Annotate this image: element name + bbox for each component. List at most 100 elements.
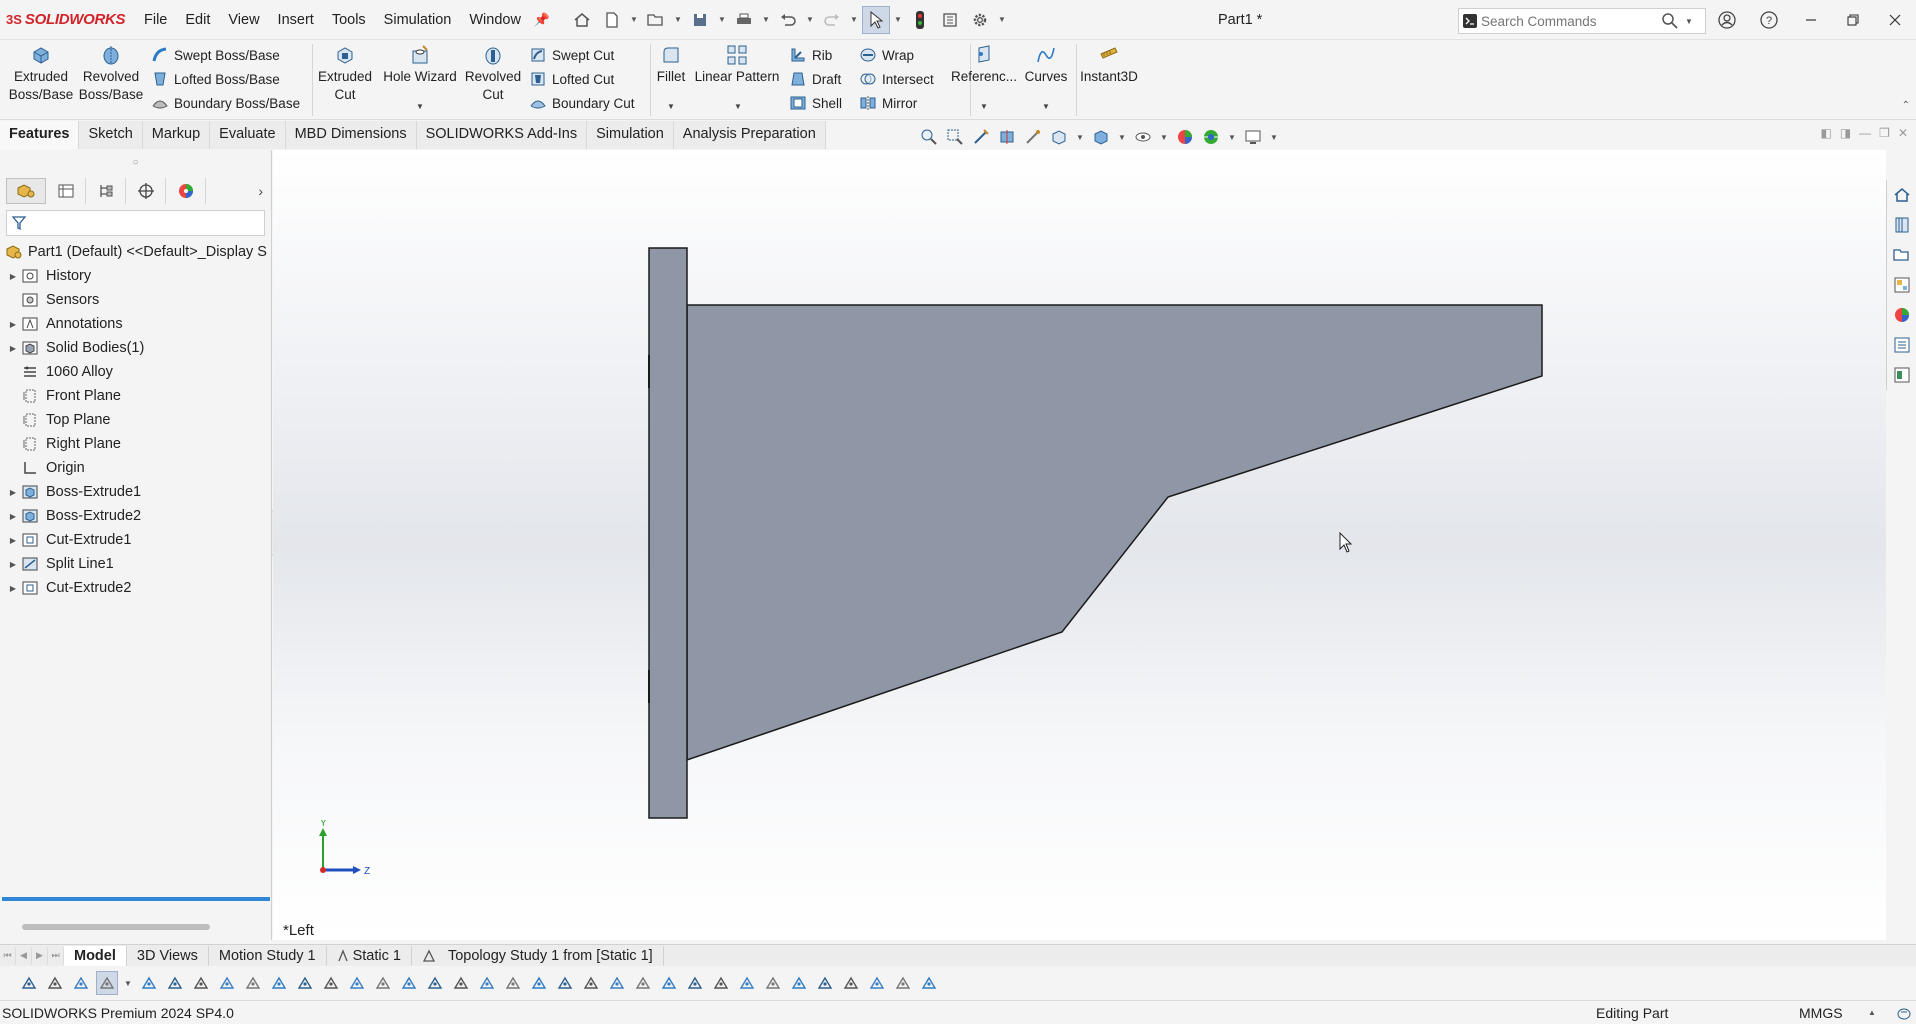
- expand-arrow-icon[interactable]: ▶: [6, 488, 20, 497]
- account-button[interactable]: [1706, 0, 1748, 40]
- select-button[interactable]: [861, 5, 890, 34]
- unit-system[interactable]: MMGS: [1799, 1005, 1843, 1021]
- reference-dropdown-icon[interactable]: ▼: [980, 102, 988, 111]
- tree-item-split-line1[interactable]: ▶ Split Line1: [0, 552, 271, 576]
- boundary-boss-button[interactable]: Boundary Boss/Base: [150, 92, 300, 114]
- search-input[interactable]: [1481, 13, 1661, 29]
- linear-pattern-sketch-icon[interactable]: [684, 971, 706, 995]
- tab-motion-study-1[interactable]: Motion Study 1: [209, 945, 327, 966]
- tab-features[interactable]: Features: [0, 121, 80, 149]
- view-orientation-icon[interactable]: [1048, 127, 1070, 147]
- display-style-icon[interactable]: [1090, 127, 1112, 147]
- tab-analysis-preparation[interactable]: Analysis Preparation: [673, 121, 826, 149]
- property-manager-tab[interactable]: [46, 178, 86, 204]
- rectangle-icon[interactable]: [216, 971, 238, 995]
- tangent-icon[interactable]: [814, 971, 836, 995]
- sketch-spline-icon[interactable]: [268, 971, 290, 995]
- last-tab-arrow-icon[interactable]: ⏭: [48, 946, 64, 965]
- new-document-button[interactable]: [598, 6, 626, 34]
- file-explorer-icon[interactable]: [1887, 240, 1916, 270]
- file-properties-button[interactable]: [936, 6, 964, 34]
- apply-scene-icon[interactable]: [1200, 127, 1222, 147]
- circular-pattern-icon[interactable]: [710, 971, 732, 995]
- shell-button[interactable]: Shell: [788, 92, 842, 114]
- hole-wizard-button[interactable]: Hole Wizard: [380, 44, 460, 86]
- wrap-button[interactable]: Wrap: [858, 44, 914, 66]
- save-dropdown-icon[interactable]: ▼: [716, 15, 728, 24]
- slot-icon[interactable]: [320, 971, 342, 995]
- rib-button[interactable]: Rib: [788, 44, 832, 66]
- expand-arrow-icon[interactable]: ▶: [6, 560, 20, 569]
- tab-model[interactable]: Model: [64, 945, 127, 966]
- tree-item-boss-extrude1[interactable]: ▶ Boss-Extrude1: [0, 480, 271, 504]
- point-on-line-icon[interactable]: [346, 971, 368, 995]
- tab-static-1[interactable]: Static 1: [327, 945, 412, 966]
- tab-simulation[interactable]: Simulation: [587, 121, 674, 149]
- open-button[interactable]: [642, 6, 670, 34]
- panel-grip-icon[interactable]: ○: [0, 150, 271, 176]
- graphics-area[interactable]: Y Z *Left: [273, 150, 1886, 940]
- appearances-icon[interactable]: [1887, 300, 1916, 330]
- bracket-plate-face[interactable]: [648, 247, 688, 819]
- magnet-select-icon[interactable]: [138, 971, 160, 995]
- viewport-tile-right-icon[interactable]: ◨: [1840, 126, 1851, 140]
- intersection-curve-icon[interactable]: [632, 971, 654, 995]
- linear-pattern-button[interactable]: Linear Pattern: [692, 44, 782, 86]
- hole-wizard-dropdown-icon[interactable]: ▼: [416, 102, 424, 111]
- fillet-button[interactable]: Fillet: [654, 44, 688, 86]
- sketch-fillet-icon[interactable]: [918, 971, 940, 995]
- print-dropdown-icon[interactable]: ▼: [760, 15, 772, 24]
- search-dropdown-icon[interactable]: ▼: [1685, 17, 1693, 26]
- surface-icon[interactable]: [736, 971, 758, 995]
- viewport-restore-icon[interactable]: ❐: [1879, 126, 1890, 140]
- dimension-icon[interactable]: [528, 971, 550, 995]
- options-button[interactable]: [966, 6, 994, 34]
- rebuild-button[interactable]: [906, 6, 934, 34]
- tree-item-origin[interactable]: Origin: [0, 456, 271, 480]
- unit-system-dropdown-icon[interactable]: ▲: [1868, 1008, 1876, 1017]
- tree-item-annotations[interactable]: ▶ Annotations: [0, 312, 271, 336]
- tree-item-cut-extrude1[interactable]: ▶ Cut-Extrude1: [0, 528, 271, 552]
- polygon-icon[interactable]: [372, 971, 394, 995]
- offset-icon[interactable]: [476, 971, 498, 995]
- restore-button[interactable]: [1832, 0, 1874, 40]
- dimxpert-manager-tab[interactable]: [126, 178, 166, 204]
- convert-entities-icon[interactable]: [606, 971, 628, 995]
- view-palette-icon[interactable]: [1887, 270, 1916, 300]
- swept-boss-button[interactable]: Swept Boss/Base: [150, 44, 280, 66]
- circle-target-icon[interactable]: [450, 971, 472, 995]
- reference-geometry-button[interactable]: Referenc...: [951, 44, 1017, 86]
- custom-properties-icon[interactable]: [1887, 330, 1916, 360]
- options-dropdown-icon[interactable]: ▼: [996, 15, 1008, 24]
- merge-icon[interactable]: [840, 971, 862, 995]
- expand-arrow-icon[interactable]: ▶: [6, 584, 20, 593]
- menu-edit[interactable]: Edit: [176, 0, 219, 40]
- filter-toolbar-icon[interactable]: [18, 971, 40, 995]
- tab-sketch[interactable]: Sketch: [79, 121, 143, 149]
- expand-arrow-icon[interactable]: ▶: [6, 536, 20, 545]
- first-tab-arrow-icon[interactable]: ⏮: [0, 946, 16, 965]
- rotate-entities-icon[interactable]: [892, 971, 914, 995]
- expand-arrow-icon[interactable]: ▶: [6, 344, 20, 353]
- tab-topology-study[interactable]: Topology Study 1 from [Static 1]: [412, 945, 664, 966]
- solidworks-resources-icon[interactable]: [1887, 180, 1916, 210]
- solidworks-logo[interactable]: 3S SOLIDWORKS: [0, 0, 135, 40]
- save-button[interactable]: [686, 6, 714, 34]
- viewport-close-icon[interactable]: ✕: [1898, 126, 1908, 140]
- configuration-manager-tab[interactable]: [86, 178, 126, 204]
- edit-appearance-icon[interactable]: [1174, 127, 1196, 147]
- redo-dropdown-icon[interactable]: ▼: [848, 15, 860, 24]
- trim-icon[interactable]: [398, 971, 420, 995]
- intersect-button[interactable]: Intersect: [858, 68, 934, 90]
- relations-icon[interactable]: [502, 971, 524, 995]
- fillet-dropdown-icon[interactable]: ▼: [667, 102, 675, 111]
- undo-dropdown-icon[interactable]: ▼: [804, 15, 816, 24]
- curves-button[interactable]: Curves: [1020, 44, 1072, 86]
- quick-tips-icon[interactable]: [1896, 1005, 1912, 1021]
- section-view-icon[interactable]: [996, 127, 1018, 147]
- linear-pattern-dropdown-icon[interactable]: ▼: [734, 102, 742, 111]
- tab-3d-views[interactable]: 3D Views: [127, 945, 209, 966]
- new-dropdown-icon[interactable]: ▼: [628, 15, 640, 24]
- menu-simulation[interactable]: Simulation: [375, 0, 461, 40]
- print-button[interactable]: [730, 6, 758, 34]
